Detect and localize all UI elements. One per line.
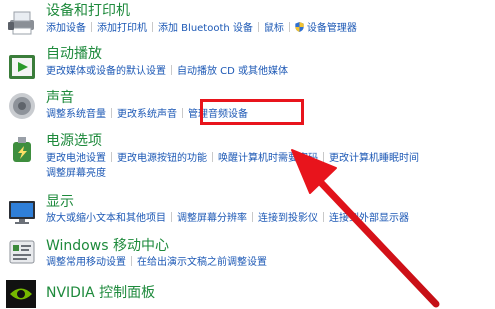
- annotation-arrow: [291, 149, 440, 308]
